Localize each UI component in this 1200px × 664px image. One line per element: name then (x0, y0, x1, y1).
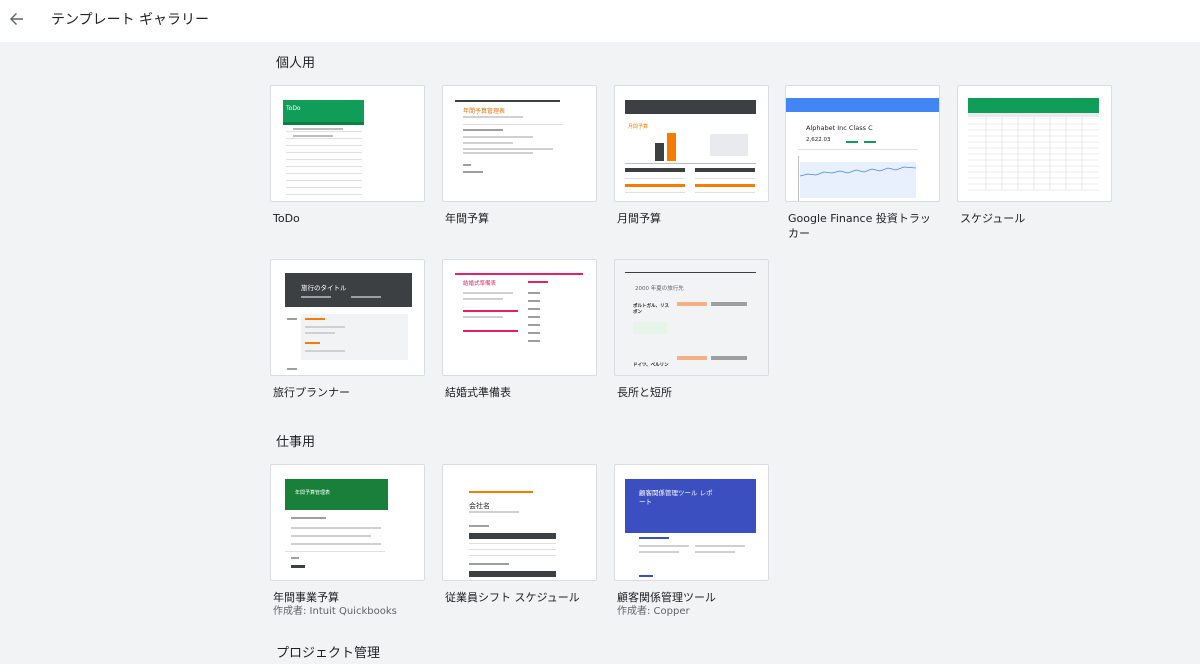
schedule-grid (968, 118, 1099, 191)
template-thumbnail: 結婚式準備表 (442, 259, 597, 376)
template-name: Google Finance 投資トラッカー (788, 212, 931, 240)
template-name: 旅行プランナー (273, 386, 350, 399)
back-button[interactable] (4, 6, 30, 32)
section-title-project-management: プロジェクト管理 (276, 646, 381, 661)
page-title: テンプレート ギャラリー (51, 12, 210, 28)
template-thumbnail: ToDo (270, 85, 425, 202)
template-thumbnail (957, 85, 1112, 202)
top-bar: テンプレート ギャラリー (0, 0, 1200, 42)
template-card-monthly-budget[interactable]: 月間予算 月間予算 (614, 85, 769, 226)
template-card-annual-budget[interactable]: 年間予算管理表 年間予算 (442, 85, 597, 226)
template-name: ToDo (273, 212, 300, 225)
template-name: 結婚式準備表 (445, 386, 511, 399)
template-card-business-budget[interactable]: 年間予算管理表 年間事業予算 作成者: Intuit Quickbooks (270, 464, 425, 619)
price-line (800, 166, 916, 177)
template-author: 作成者: Copper (617, 606, 690, 617)
template-card-pros-cons[interactable]: 2000 年夏の旅行先 ポルトガル、リスボン ドイツ、ベルリン 長所と短所 (614, 259, 769, 400)
template-card-shift-schedule[interactable]: 会社名 従業員シフト スケジュール (442, 464, 597, 605)
template-name: 月間予算 (617, 212, 661, 225)
template-name: 顧客関係管理ツール (617, 591, 716, 604)
template-thumbnail: 旅行のタイトル (270, 259, 425, 376)
template-thumbnail: 顧客関係管理ツール レポート (614, 464, 769, 581)
template-thumbnail: 会社名 (442, 464, 597, 581)
template-card-wedding[interactable]: 結婚式準備表 結婚式準備表 (442, 259, 597, 400)
template-card-travel-planner[interactable]: 旅行のタイトル 旅行プランナー (270, 259, 425, 400)
template-author: 作成者: Intuit Quickbooks (273, 606, 397, 617)
section-title-work: 仕事用 (276, 435, 316, 450)
template-card-crm[interactable]: 顧客関係管理ツール レポート 顧客関係管理ツール 作成者: Copper (614, 464, 769, 619)
template-name: スケジュール (960, 212, 1026, 225)
template-thumbnail: 月間予算 (614, 85, 769, 202)
template-thumbnail: 年間予算管理表 (442, 85, 597, 202)
template-name: 年間予算 (445, 212, 489, 225)
template-name: 長所と短所 (617, 386, 672, 399)
template-thumbnail: Alphabet Inc Class C 2,622.03 (785, 85, 940, 202)
template-name: 年間事業予算 (273, 591, 339, 604)
template-card-finance-tracker[interactable]: Alphabet Inc Class C 2,622.03 Google Fin… (785, 85, 940, 241)
template-thumbnail: 2000 年夏の旅行先 ポルトガル、リスボン ドイツ、ベルリン (614, 259, 769, 376)
template-card-todo[interactable]: ToDo ToDo (270, 85, 425, 226)
template-name: 従業員シフト スケジュール (445, 591, 580, 604)
template-thumbnail: 年間予算管理表 (270, 464, 425, 581)
arrow-left-icon (10, 12, 23, 25)
template-card-schedule[interactable]: スケジュール (957, 85, 1112, 226)
section-title-personal: 個人用 (276, 56, 316, 71)
